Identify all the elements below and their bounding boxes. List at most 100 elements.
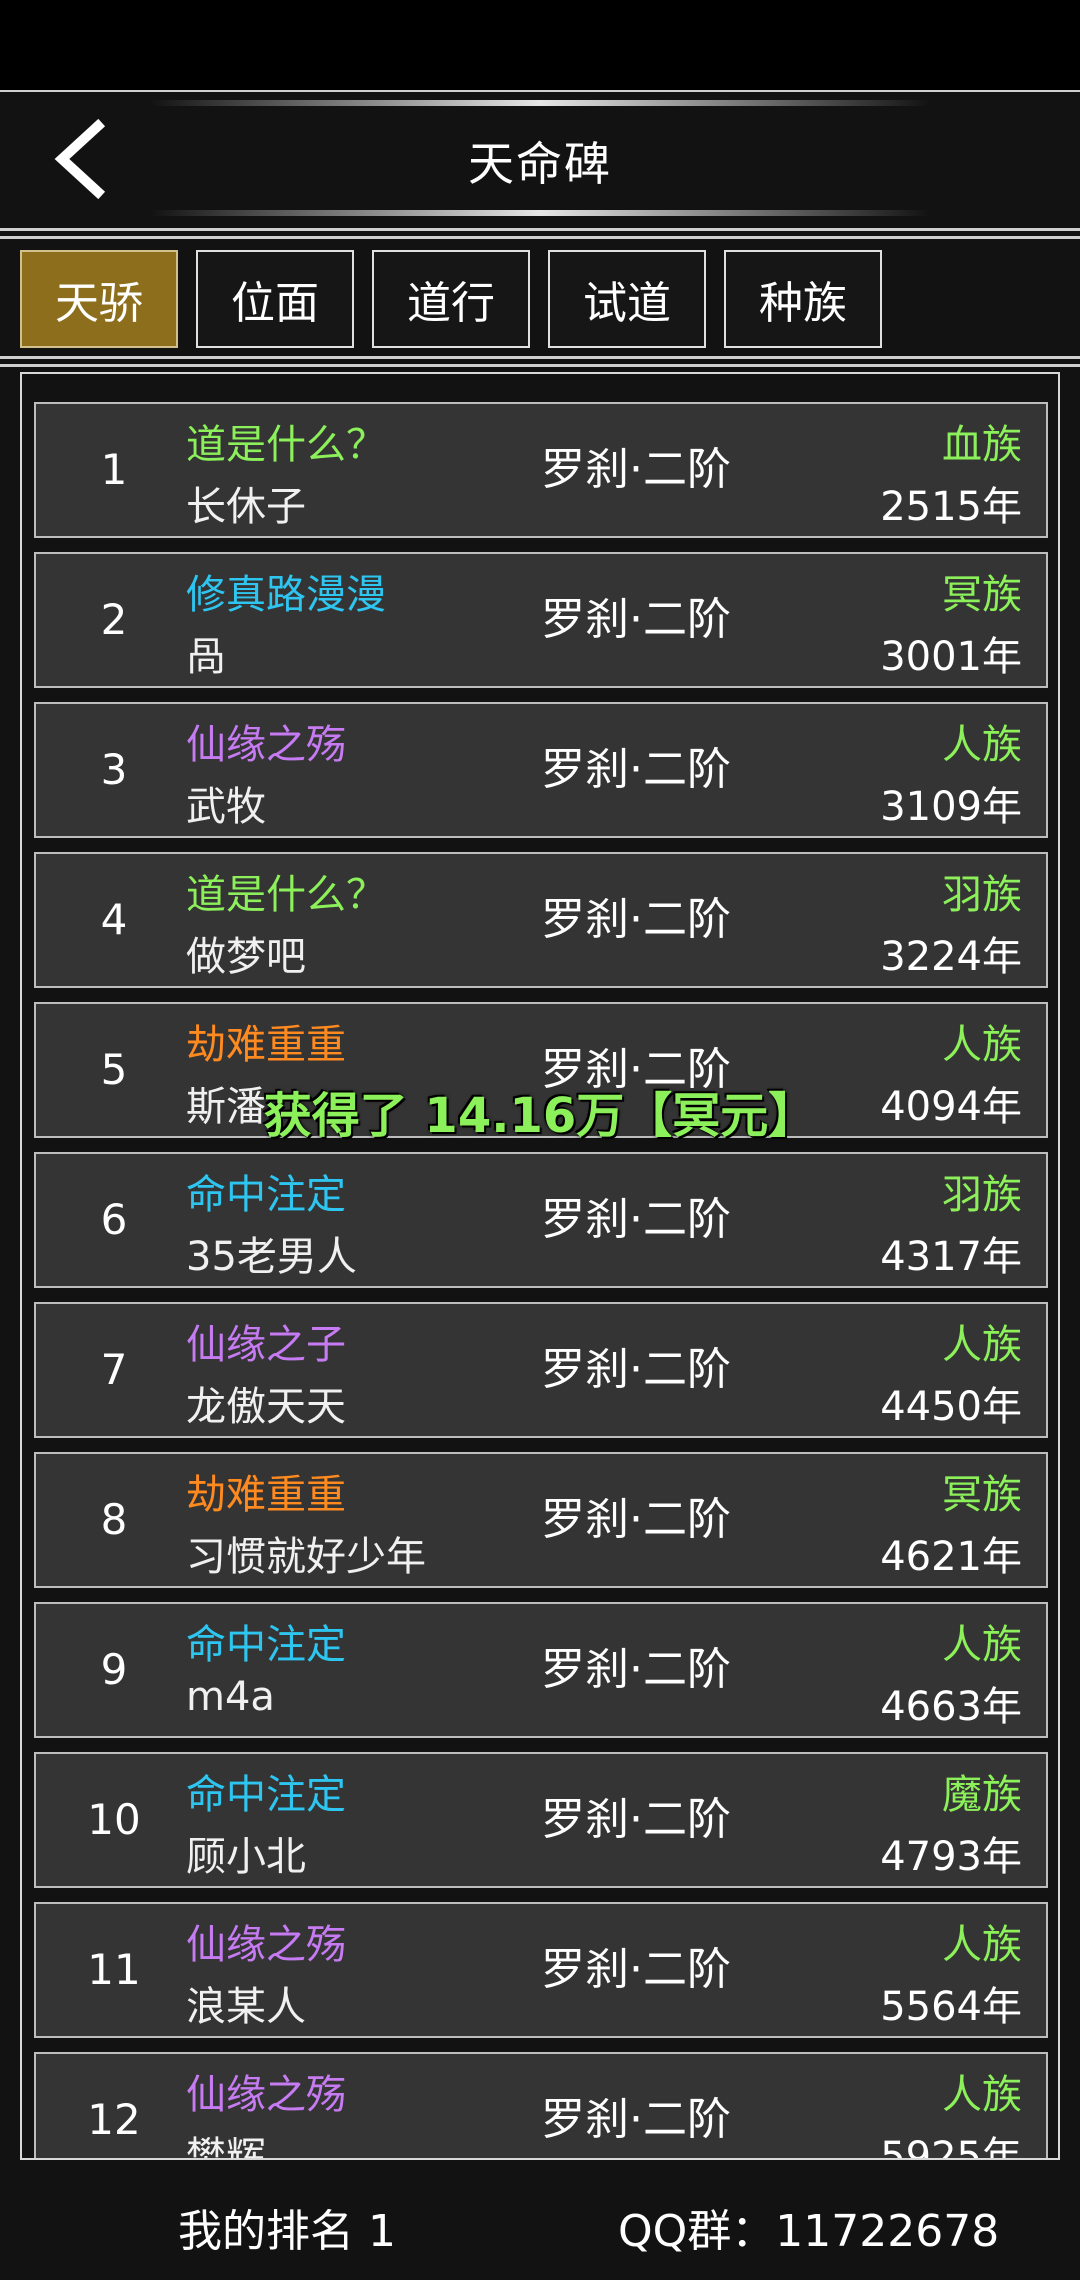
divider: [0, 236, 1080, 239]
player-race: 羽族: [942, 1172, 1022, 1218]
player-years: 4317年: [880, 1234, 1022, 1280]
player-years: 5564年: [880, 1984, 1022, 2030]
player-race: 魔族: [942, 1772, 1022, 1818]
player-years: 2515年: [880, 484, 1022, 530]
player-name: 做梦吧: [186, 934, 306, 980]
divider: [0, 228, 1080, 231]
rank-number: 7: [100, 1345, 128, 1394]
ranking-row[interactable]: 9 命中注定 m4a 罗刹·二阶 人族 4663年: [34, 1602, 1048, 1738]
qq-group: QQ群：11722678: [618, 2206, 1000, 2257]
player-name: 樊辉: [186, 2134, 266, 2160]
header-ornament-top: [150, 100, 930, 106]
rank-number: 3: [100, 745, 128, 794]
ranking-row[interactable]: 3 仙缘之殇武牧 罗刹·二阶 人族 3109年: [34, 702, 1048, 838]
rank-number: 9: [100, 1645, 128, 1694]
player-name: 长休子: [186, 484, 306, 530]
player-name: 习惯就好少年: [186, 1534, 426, 1580]
rank-number: 10: [87, 1795, 141, 1844]
player-level: 罗刹·二阶: [541, 2094, 731, 2145]
player-race: 人族: [942, 1922, 1022, 1968]
player-level: 罗刹·二阶: [541, 444, 731, 495]
player-title: 修真路漫漫: [186, 572, 386, 618]
player-race: 人族: [942, 722, 1022, 768]
player-race: 冥族: [942, 1472, 1022, 1518]
player-race: 冥族: [942, 572, 1022, 618]
player-name: m4a: [186, 1674, 275, 1720]
footer: 我的排名 1 QQ群：11722678: [0, 2165, 1080, 2280]
player-title: 仙缘之殇: [186, 722, 346, 768]
player-title: 仙缘之殇: [186, 2072, 346, 2118]
ranking-row[interactable]: 7 仙缘之子龙傲天天 罗刹·二阶 人族 4450年: [34, 1302, 1048, 1438]
page-title: 天命碑: [468, 137, 612, 191]
player-level: 罗刹·二阶: [541, 1944, 731, 1995]
header: 天命碑: [0, 92, 1080, 227]
ranking-row[interactable]: 6 命中注定 35老男人 罗刹·二阶 羽族 4317年: [34, 1152, 1048, 1288]
player-race: 人族: [942, 2072, 1022, 2118]
tab-label: 道行: [407, 278, 495, 329]
player-years: 3224年: [880, 934, 1022, 980]
player-title: 道是什么？: [186, 422, 386, 468]
rank-number: 11: [87, 1945, 141, 1994]
tab-label: 天骄: [55, 278, 143, 329]
player-title: 命中注定: [186, 1772, 346, 1818]
player-race: 人族: [942, 1622, 1022, 1668]
tab-label: 位面: [231, 278, 319, 329]
header-ornament-bottom: [150, 210, 930, 216]
ranking-row[interactable]: 11 仙缘之殇浪某人 罗刹·二阶 人族 5564年: [34, 1902, 1048, 2038]
player-title: 仙缘之子: [186, 1322, 346, 1368]
player-name: 武牧: [186, 784, 266, 830]
player-name: 咼: [186, 634, 226, 680]
tab-tianjiao[interactable]: 天骄: [20, 250, 178, 348]
player-race: 羽族: [942, 872, 1022, 918]
tab-shidao[interactable]: 试道: [548, 250, 706, 348]
player-years: 5925年: [880, 2134, 1022, 2160]
player-title: 命中注定: [186, 1622, 346, 1668]
ranking-list[interactable]: 1 道是什么？ 长休子 罗刹·二阶 血族 2515年 2 修真路漫漫咼罗刹·二阶 冥族 3001年…: [20, 372, 1060, 2160]
ranking-row[interactable]: 8 劫难重重习惯就好少年 罗刹·二阶 冥族 4621年: [34, 1452, 1048, 1588]
player-years: 3109年: [880, 784, 1022, 830]
player-title: 命中注定: [186, 1172, 346, 1218]
player-level: 罗刹·二阶: [541, 744, 731, 795]
ranking-row[interactable]: 1 道是什么？ 长休子 罗刹·二阶 血族 2515年: [34, 402, 1048, 538]
tab-label: 试道: [583, 278, 671, 329]
rank-number: 1: [100, 445, 128, 494]
player-level: 罗刹·二阶: [541, 1644, 731, 1695]
tab-label: 种族: [759, 278, 847, 329]
tab-daoxing[interactable]: 道行: [372, 250, 530, 348]
player-title: 劫难重重: [186, 1472, 346, 1518]
player-level: 罗刹·二阶: [541, 894, 731, 945]
player-level: 罗刹·二阶: [541, 1494, 731, 1545]
divider: [0, 356, 1080, 359]
player-name: 浪某人: [186, 1984, 306, 2030]
rank-number: 4: [100, 895, 128, 944]
player-name: 龙傲天天: [186, 1384, 346, 1430]
player-years: 4450年: [880, 1384, 1022, 1430]
player-level: 罗刹·二阶: [541, 1344, 731, 1395]
rank-number: 12: [87, 2095, 141, 2144]
reward-toast: 获得了 14.16万【冥元】: [263, 1088, 817, 1144]
player-level: 罗刹·二阶: [541, 594, 731, 645]
player-race: 人族: [942, 1322, 1022, 1368]
tab-bar: 天骄 位面 道行 试道 种族: [0, 240, 1080, 352]
player-years: 4793年: [880, 1834, 1022, 1880]
player-name: 35老男人: [186, 1234, 357, 1280]
rank-number: 8: [100, 1495, 128, 1544]
ranking-row[interactable]: 4 道是什么？ 做梦吧 罗刹·二阶 羽族 3224年: [34, 852, 1048, 988]
status-bar: [0, 0, 1080, 90]
tab-weimian[interactable]: 位面: [196, 250, 354, 348]
tab-zhongzu[interactable]: 种族: [724, 250, 882, 348]
my-rank: 我的排名 1: [178, 2206, 396, 2257]
player-title: 道是什么？: [186, 872, 386, 918]
divider: [0, 364, 1080, 367]
player-years: 3001年: [880, 634, 1022, 680]
player-years: 4663年: [880, 1684, 1022, 1730]
rank-number: 2: [100, 595, 128, 644]
player-race: 人族: [942, 1022, 1022, 1068]
player-title: 仙缘之殇: [186, 1922, 346, 1968]
player-name: 顾小北: [186, 1834, 306, 1880]
player-years: 4621年: [880, 1534, 1022, 1580]
ranking-row[interactable]: 2 修真路漫漫咼 罗刹·二阶 冥族 3001年: [34, 552, 1048, 688]
ranking-row[interactable]: 10 命中注定 顾小北 罗刹·二阶 魔族 4793年: [34, 1752, 1048, 1888]
ranking-row[interactable]: 12 仙缘之殇樊辉 罗刹·二阶 人族 5925年: [34, 2052, 1048, 2160]
player-level: 罗刹·二阶: [541, 1194, 731, 1245]
